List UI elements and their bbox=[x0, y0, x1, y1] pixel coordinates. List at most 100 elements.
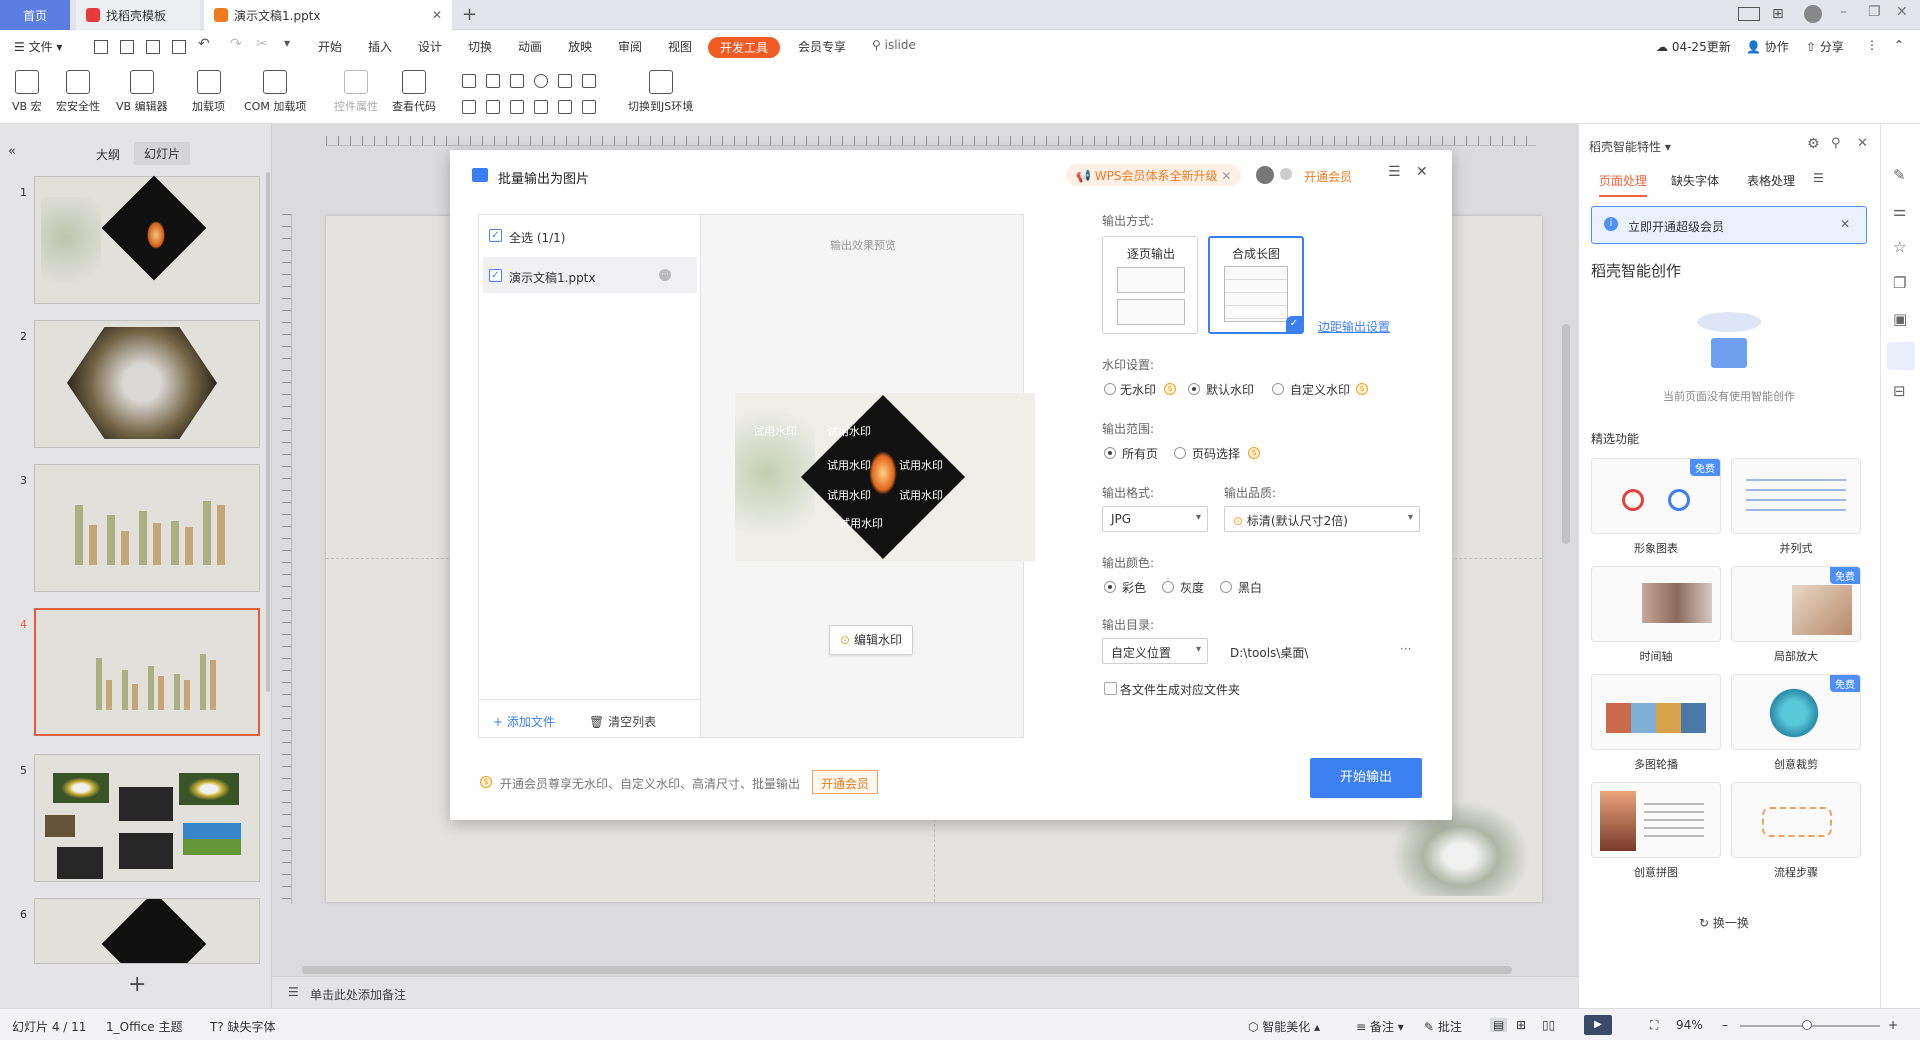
range-pages-radio[interactable] bbox=[1174, 447, 1186, 459]
close-banner-icon[interactable]: ✕ bbox=[1840, 217, 1850, 231]
theme-name[interactable]: 1_Office 主题 bbox=[106, 1018, 182, 1035]
normal-view-icon[interactable]: ▤ bbox=[1490, 1018, 1508, 1032]
avatar[interactable] bbox=[1804, 5, 1822, 23]
copy-icon[interactable]: ❐ bbox=[1893, 274, 1906, 292]
minimize-icon[interactable]: – bbox=[1840, 4, 1847, 20]
menu-review[interactable]: 审阅 bbox=[618, 38, 642, 55]
color-color-radio[interactable] bbox=[1104, 581, 1116, 593]
brush-icon[interactable]: ✎ bbox=[1893, 166, 1906, 184]
layout-icon[interactable] bbox=[1738, 7, 1760, 21]
frame-control-icon[interactable] bbox=[582, 100, 596, 114]
feature-card[interactable] bbox=[1731, 782, 1861, 858]
file-menu[interactable]: ☰ 文件 ▾ bbox=[14, 38, 62, 55]
wm-custom-radio[interactable] bbox=[1272, 383, 1284, 395]
per-file-folder-checkbox[interactable] bbox=[1104, 682, 1117, 695]
macro-security-button[interactable]: 宏安全性 bbox=[56, 70, 100, 114]
menu-slideshow[interactable]: 放映 bbox=[568, 38, 592, 55]
redo-icon[interactable]: ↷ bbox=[230, 36, 242, 52]
view-code-button[interactable]: 查看代码 bbox=[392, 70, 436, 114]
wm-none-radio[interactable] bbox=[1104, 383, 1116, 395]
collapse-ribbon-icon[interactable]: ⌃ bbox=[1894, 38, 1904, 52]
edit-watermark-button[interactable]: ⊙ 编辑水印 bbox=[829, 625, 913, 655]
close-tab-icon[interactable]: ✕ bbox=[432, 8, 442, 22]
missing-font-status[interactable]: T? 缺失字体 bbox=[210, 1018, 276, 1035]
user-avatar[interactable] bbox=[1256, 166, 1274, 184]
fit-window-icon[interactable]: ⛶ bbox=[1650, 1018, 1658, 1033]
restore-icon[interactable]: ❐ bbox=[1868, 4, 1881, 20]
export-pdf-icon[interactable] bbox=[120, 40, 134, 54]
label-control-icon[interactable] bbox=[534, 100, 548, 114]
file-row[interactable]: ✓ 演示文稿1.pptx ··· bbox=[483, 257, 697, 293]
combobox-control-icon[interactable] bbox=[582, 74, 596, 88]
menu-home[interactable]: 开始 bbox=[318, 38, 342, 55]
format-select[interactable]: JPG bbox=[1102, 506, 1208, 532]
image-control-icon[interactable] bbox=[558, 100, 572, 114]
settings-icon[interactable]: ⚙ bbox=[1807, 136, 1820, 152]
addins-button[interactable]: 加载项 bbox=[192, 70, 225, 114]
smart-panel-header[interactable]: 稻壳智能特性 ▾ bbox=[1589, 138, 1671, 155]
menu-member[interactable]: 会员专享 bbox=[798, 38, 846, 55]
upgrade-banner[interactable]: i 立即开通超级会员 ✕ bbox=[1591, 206, 1867, 244]
dir-select[interactable]: 自定义位置 bbox=[1102, 638, 1208, 664]
menu-design[interactable]: 设计 bbox=[418, 38, 442, 55]
format-painter-icon[interactable]: ✂ bbox=[256, 36, 268, 52]
tab-home[interactable]: 首页 bbox=[0, 0, 70, 30]
notes-toggle[interactable]: ≡ 备注 ▾ bbox=[1356, 1018, 1404, 1035]
book-icon[interactable]: ⊟ bbox=[1893, 382, 1906, 400]
zoom-level[interactable]: 94% bbox=[1676, 1018, 1703, 1032]
start-export-button[interactable]: 开始输出 bbox=[1310, 758, 1422, 798]
switch-js-button[interactable]: 切换到JS环境 bbox=[628, 70, 693, 114]
tab-missing-font[interactable]: 缺失字体 bbox=[1671, 172, 1719, 189]
image-icon[interactable]: ▣ bbox=[1893, 310, 1907, 328]
add-file-button[interactable]: + 添加文件 bbox=[493, 713, 555, 730]
collab-button[interactable]: 👤 协作 bbox=[1746, 38, 1789, 55]
textbox-control-icon[interactable] bbox=[486, 74, 500, 88]
browse-dir-button[interactable]: ··· bbox=[1400, 642, 1411, 656]
file-more-icon[interactable]: ··· bbox=[659, 269, 671, 281]
feature-card[interactable] bbox=[1591, 674, 1721, 750]
footer-member-button[interactable]: 开通会员 bbox=[812, 770, 879, 794]
open-member-link[interactable]: 开通会员 bbox=[1304, 168, 1352, 185]
margin-settings-link[interactable]: 边距输出设置 bbox=[1318, 318, 1390, 335]
scrollbar-control-icon[interactable] bbox=[510, 100, 524, 114]
print-icon[interactable] bbox=[146, 40, 160, 54]
update-status[interactable]: ☁ 04-25更新 bbox=[1656, 38, 1731, 55]
feature-card[interactable] bbox=[1731, 458, 1861, 534]
pin-icon[interactable]: ⚲ bbox=[1831, 136, 1841, 151]
menu-insert[interactable]: 插入 bbox=[368, 38, 392, 55]
grid-icon[interactable]: ⊞ bbox=[1772, 6, 1784, 22]
feature-card[interactable]: 免费 bbox=[1731, 674, 1861, 750]
customize-chevron-icon[interactable]: ▾ bbox=[284, 36, 290, 50]
tab-document[interactable]: 演示文稿1.pptx ✕ bbox=[204, 0, 452, 30]
save-icon[interactable] bbox=[94, 40, 108, 54]
vb-macro-button[interactable]: VB 宏 bbox=[12, 70, 42, 114]
feature-card[interactable] bbox=[1591, 566, 1721, 642]
zoom-out-icon[interactable]: – bbox=[1722, 1018, 1728, 1032]
tab-table-processing[interactable]: 表格处理 bbox=[1747, 172, 1795, 189]
toggle-control-icon[interactable] bbox=[462, 100, 476, 114]
beautify-button[interactable]: ⬡ 智能美化 ▴ bbox=[1248, 1018, 1320, 1035]
menu-icon[interactable]: ☰ bbox=[1813, 171, 1824, 185]
more-icon[interactable]: ⋮ bbox=[1866, 38, 1878, 52]
dir-path[interactable]: D:\tools\桌面\ bbox=[1230, 644, 1308, 661]
feature-card[interactable]: 免费 bbox=[1591, 458, 1721, 534]
feature-card[interactable]: 免费 bbox=[1731, 566, 1861, 642]
search-box[interactable]: ⚲ islide bbox=[872, 38, 916, 52]
range-all-radio[interactable] bbox=[1104, 447, 1116, 459]
menu-view[interactable]: 视图 bbox=[668, 38, 692, 55]
sorter-view-icon[interactable]: ⊞ bbox=[1516, 1018, 1526, 1032]
checkbox-control-icon[interactable] bbox=[462, 74, 476, 88]
menu-developer[interactable]: 开发工具 bbox=[708, 37, 781, 58]
refresh-button[interactable]: ↻ 换一换 bbox=[1699, 914, 1749, 931]
zoom-slider-thumb[interactable] bbox=[1802, 1020, 1812, 1030]
spin-control-icon[interactable] bbox=[486, 100, 500, 114]
quality-select[interactable]: ⊙ 标清(默认尺寸2倍) bbox=[1224, 506, 1420, 532]
dialog-close-icon[interactable]: ✕ bbox=[1416, 164, 1428, 180]
new-tab-button[interactable]: + bbox=[462, 4, 477, 25]
tab-page-processing[interactable]: 页面处理 bbox=[1599, 172, 1648, 197]
mode-long-option[interactable]: 合成长图 ✓ bbox=[1208, 236, 1304, 334]
file-checkbox[interactable]: ✓ bbox=[489, 269, 502, 282]
close-window-icon[interactable]: ✕ bbox=[1896, 4, 1908, 20]
star-icon[interactable]: ☆ bbox=[1893, 238, 1906, 256]
wps-upgrade-badge[interactable]: 📢 WPS会员体系全新升级 ✕ bbox=[1066, 164, 1242, 186]
